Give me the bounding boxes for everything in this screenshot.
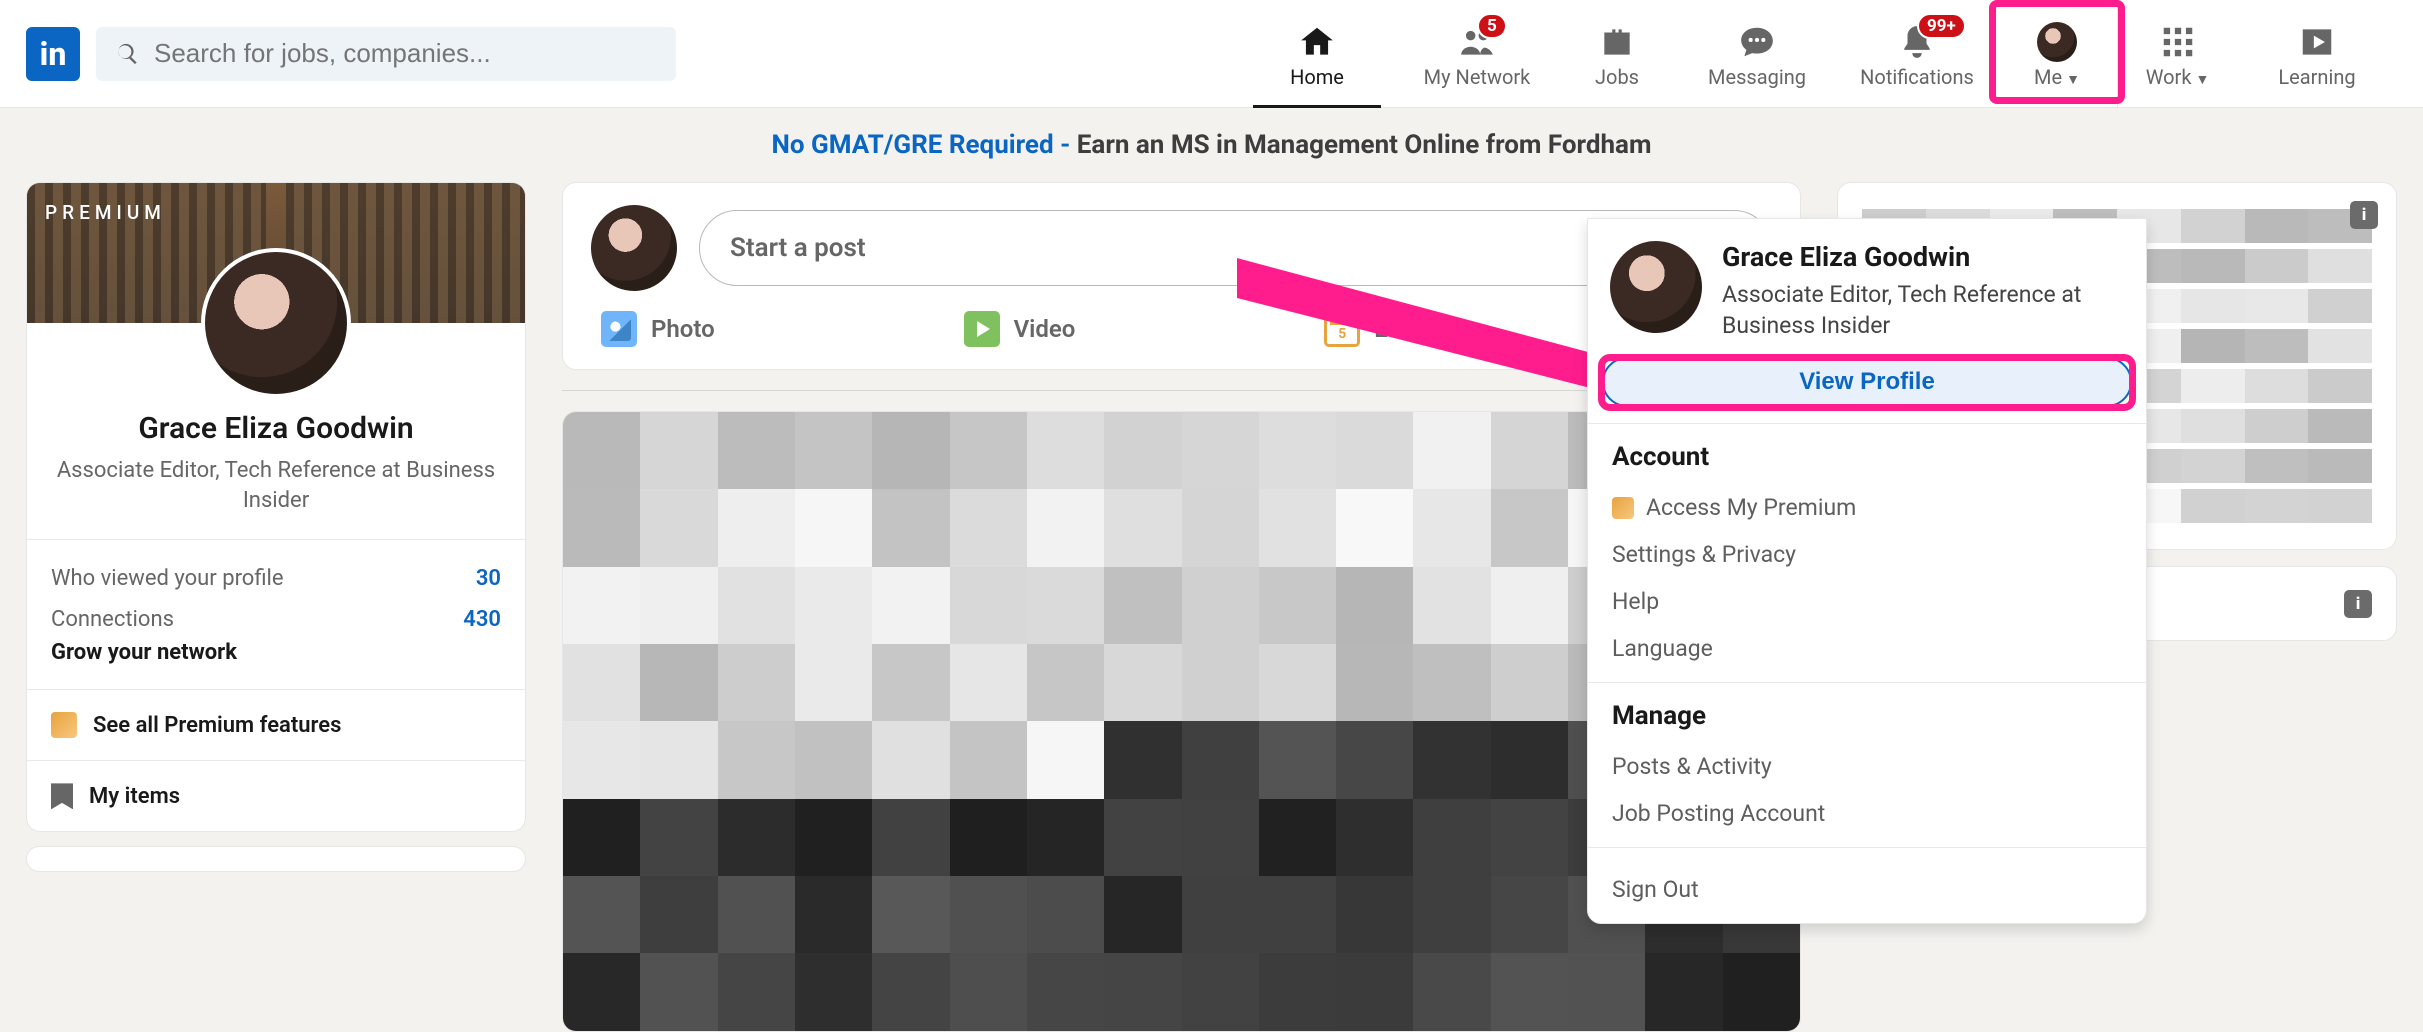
- stat-value: 430: [463, 607, 501, 632]
- stat-connections[interactable]: Connections 430: [51, 599, 501, 640]
- manage-heading: Manage: [1612, 701, 2122, 731]
- stat-label: Who viewed your profile: [51, 566, 284, 591]
- info-icon[interactable]: i: [2344, 590, 2372, 618]
- nav-network-label: My Network: [1424, 65, 1531, 89]
- nav-work[interactable]: Work▼: [2117, 0, 2237, 107]
- event-icon: [1324, 311, 1360, 347]
- premium-tag: PREMIUM: [45, 201, 166, 224]
- premium-link-label: See all Premium features: [93, 713, 341, 738]
- view-profile-wrap: View Profile: [1588, 351, 2146, 423]
- nav-me[interactable]: Me▼: [1997, 0, 2117, 107]
- manage-job-posting[interactable]: Job Posting Account: [1612, 790, 2122, 837]
- my-items-link[interactable]: My items: [27, 760, 525, 831]
- me-dropdown: Grace Eliza Goodwin Associate Editor, Te…: [1587, 218, 2147, 924]
- account-premium-label: Access My Premium: [1646, 494, 1856, 521]
- account-premium[interactable]: Access My Premium: [1612, 484, 2122, 531]
- nav-home[interactable]: Home: [1237, 0, 1397, 107]
- network-badge: 5: [1477, 13, 1507, 39]
- post-event-label: Event: [1374, 315, 1433, 343]
- photo-icon: [601, 311, 637, 347]
- dropdown-name: Grace Eliza Goodwin: [1722, 241, 2124, 273]
- profile-stats: Who viewed your profile 30 Connections 4…: [27, 539, 525, 689]
- post-event[interactable]: Event: [1324, 311, 1433, 347]
- avatar-icon: [2037, 22, 2077, 62]
- view-profile-button[interactable]: View Profile: [1602, 357, 2132, 407]
- info-icon[interactable]: i: [2350, 201, 2378, 229]
- notifications-badge: 99+: [1917, 13, 1966, 39]
- sign-out[interactable]: Sign Out: [1612, 866, 2122, 913]
- account-heading: Account: [1612, 442, 2122, 472]
- nav-messaging[interactable]: Messaging: [1677, 0, 1837, 107]
- ad-banner[interactable]: No GMAT/GRE Required - Earn an MS in Man…: [0, 108, 2423, 182]
- nav-jobs-label: Jobs: [1595, 65, 1639, 89]
- left-column: PREMIUM Grace Eliza Goodwin Associate Ed…: [26, 182, 526, 886]
- post-video-label: Video: [1014, 315, 1076, 343]
- global-header: in Home 5 My Network Jobs Messaging: [0, 0, 2423, 108]
- chat-icon: [1738, 23, 1776, 61]
- profile-hero: PREMIUM: [27, 183, 525, 323]
- nav-me-label: Me▼: [2034, 65, 2080, 89]
- nav-network[interactable]: 5 My Network: [1397, 0, 1557, 107]
- post-photo-label: Photo: [651, 315, 715, 343]
- ad-lead: No GMAT/GRE Required -: [772, 130, 1077, 160]
- profile-name[interactable]: Grace Eliza Goodwin: [47, 411, 505, 446]
- play-square-icon: [2298, 23, 2336, 61]
- main-nav: Home 5 My Network Jobs Messaging 99+ Not…: [1237, 0, 2397, 107]
- search-box[interactable]: [96, 27, 676, 81]
- briefcase-icon: [1598, 23, 1636, 61]
- premium-icon: [1612, 497, 1634, 519]
- chevron-down-icon: ▼: [2195, 72, 2209, 88]
- search-icon: [114, 41, 140, 67]
- account-help[interactable]: Help: [1612, 578, 2122, 625]
- dropdown-avatar[interactable]: [1610, 241, 1702, 333]
- profile-headline: Associate Editor, Tech Reference at Busi…: [47, 456, 505, 515]
- premium-icon: [51, 712, 77, 738]
- nav-home-label: Home: [1290, 65, 1344, 89]
- stat-value: 30: [476, 566, 501, 591]
- post-video[interactable]: Video: [964, 311, 1076, 347]
- nav-notifications[interactable]: 99+ Notifications: [1837, 0, 1997, 107]
- grow-network[interactable]: Grow your network: [51, 640, 501, 671]
- linkedin-logo[interactable]: in: [26, 27, 80, 81]
- dropdown-signout-section: Sign Out: [1588, 847, 2146, 923]
- video-icon: [964, 311, 1000, 347]
- bookmark-icon: [51, 783, 73, 809]
- left-card-peek: [26, 846, 526, 872]
- home-icon: [1298, 23, 1336, 61]
- chevron-down-icon: ▼: [2066, 72, 2080, 88]
- account-settings[interactable]: Settings & Privacy: [1612, 531, 2122, 578]
- nav-messaging-label: Messaging: [1708, 65, 1806, 89]
- profile-card: PREMIUM Grace Eliza Goodwin Associate Ed…: [26, 182, 526, 832]
- dropdown-headline: Associate Editor, Tech Reference at Busi…: [1722, 279, 2124, 341]
- post-avatar[interactable]: [591, 205, 677, 291]
- ad-rest: Earn an MS in Management Online from For…: [1077, 130, 1652, 160]
- nav-jobs[interactable]: Jobs: [1557, 0, 1677, 107]
- stat-who-viewed[interactable]: Who viewed your profile 30: [51, 558, 501, 599]
- stat-label: Connections: [51, 607, 174, 632]
- manage-posts[interactable]: Posts & Activity: [1612, 743, 2122, 790]
- dropdown-header: Grace Eliza Goodwin Associate Editor, Te…: [1588, 219, 2146, 351]
- dropdown-account-section: Account Access My Premium Settings & Pri…: [1588, 423, 2146, 682]
- dropdown-manage-section: Manage Posts & Activity Job Posting Acco…: [1588, 682, 2146, 847]
- my-items-label: My items: [89, 784, 180, 809]
- search-input[interactable]: [154, 38, 658, 69]
- premium-link[interactable]: See all Premium features: [27, 689, 525, 760]
- page-body: No GMAT/GRE Required - Earn an MS in Man…: [0, 108, 2423, 1032]
- profile-avatar[interactable]: [201, 248, 351, 398]
- nav-learning[interactable]: Learning: [2237, 0, 2397, 107]
- nav-work-label: Work▼: [2146, 65, 2210, 89]
- post-photo[interactable]: Photo: [601, 311, 715, 347]
- account-language[interactable]: Language: [1612, 625, 2122, 672]
- nav-notifications-label: Notifications: [1860, 65, 1974, 89]
- nav-learning-label: Learning: [2278, 65, 2355, 89]
- grid-icon: [2159, 23, 2197, 61]
